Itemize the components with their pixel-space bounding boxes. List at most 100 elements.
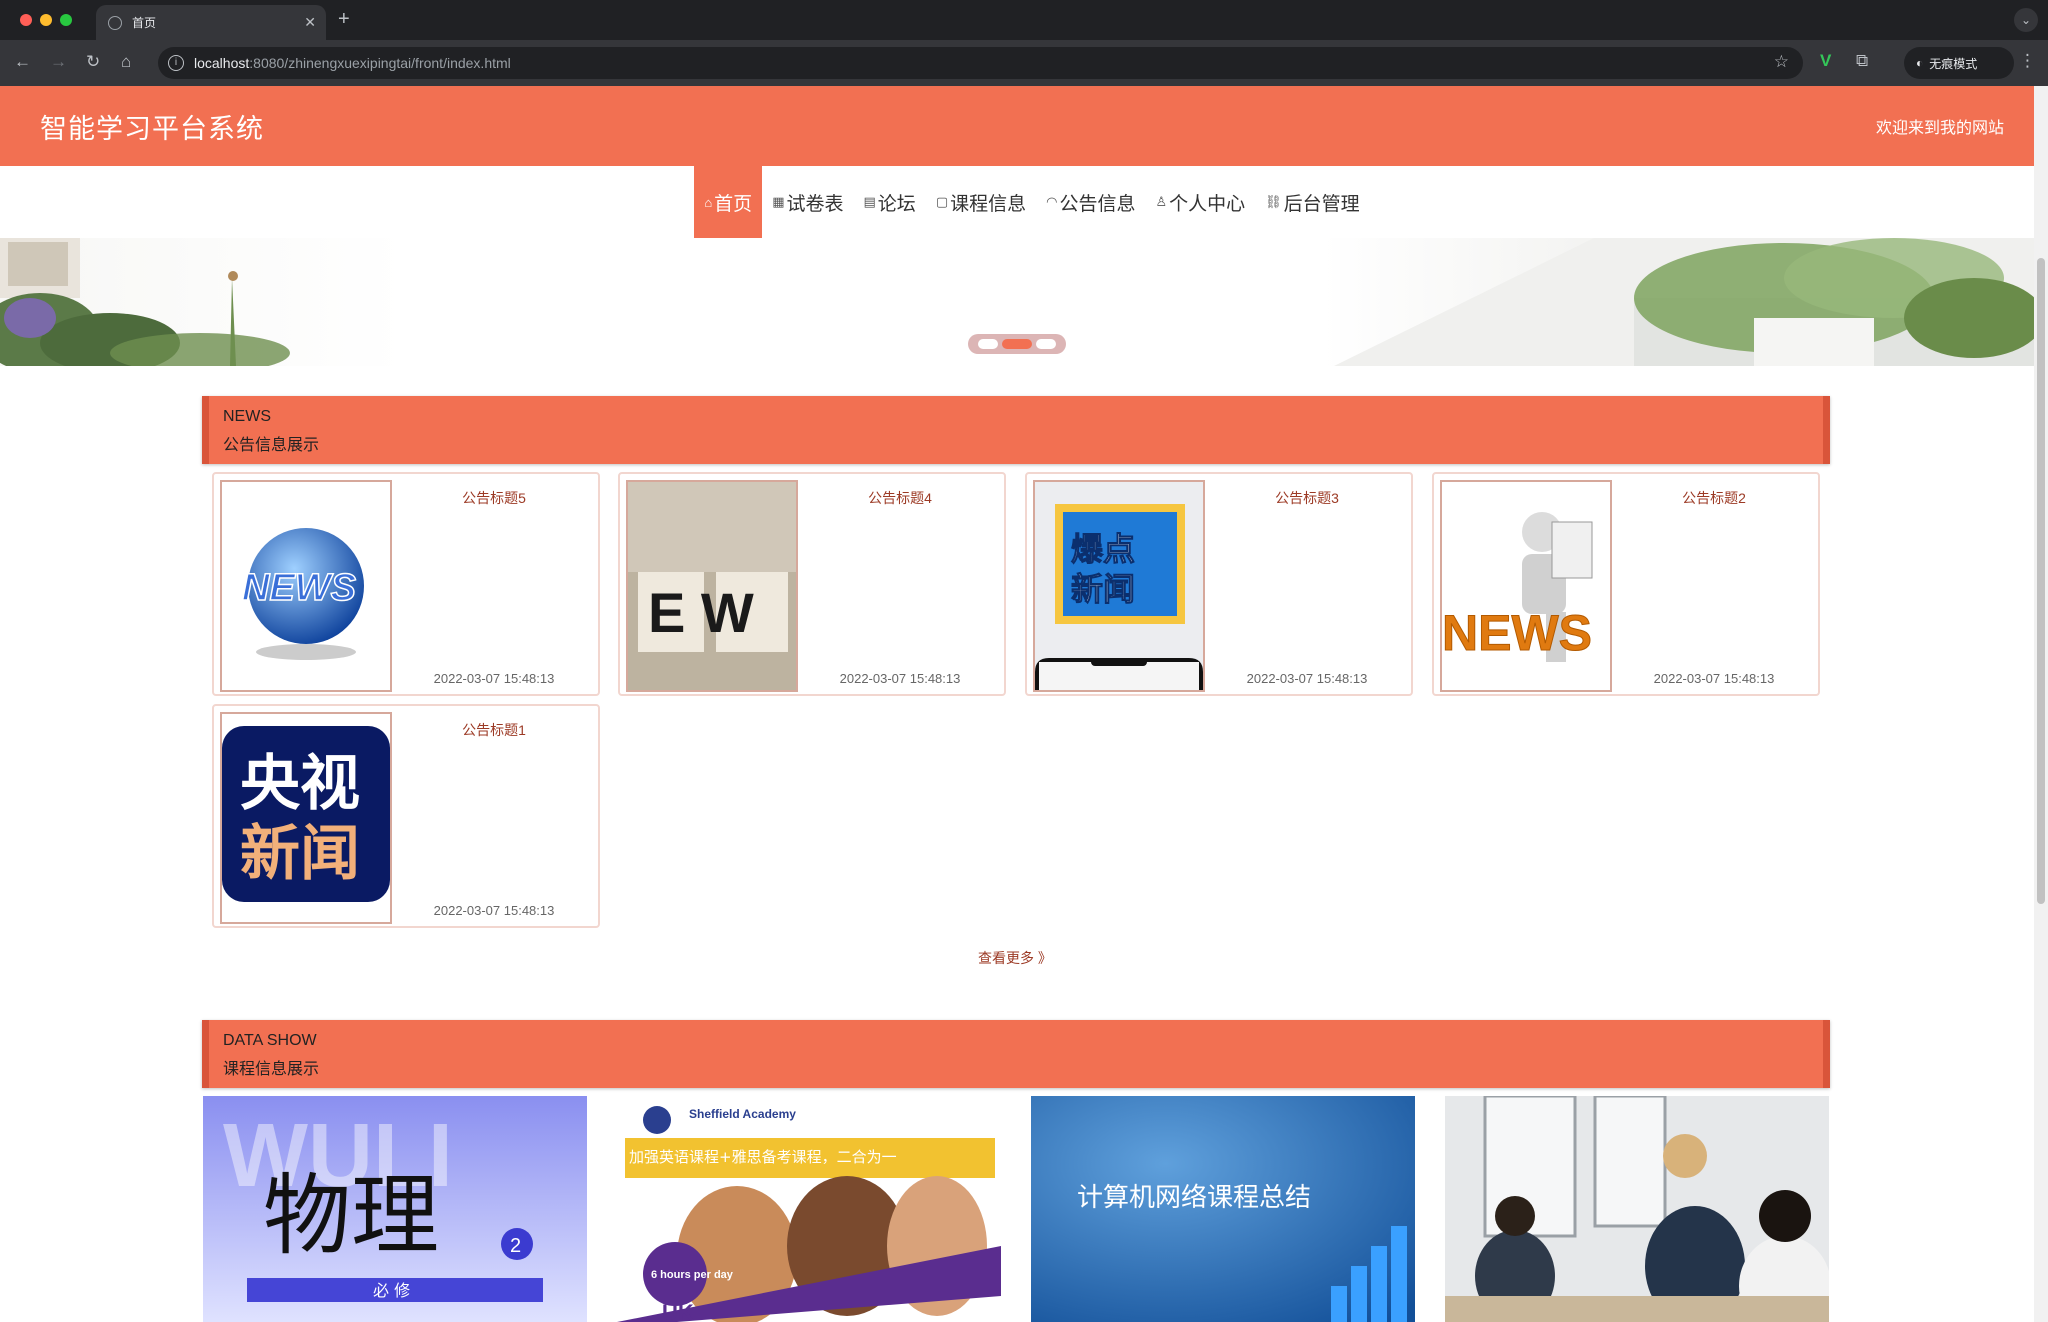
browser-tab[interactable]: 首页 ✕ xyxy=(96,5,326,40)
nav-item-1[interactable]: ▦ 试卷表 xyxy=(762,166,853,238)
news-thumbnail-news-reader: NEWS xyxy=(1440,480,1612,692)
nav-item-4[interactable]: ◠ 公告信息 xyxy=(1036,166,1145,238)
reload-icon[interactable]: ↻ xyxy=(86,52,100,72)
close-window-button[interactable] xyxy=(20,14,32,26)
classroom-photo-thumb xyxy=(1445,1096,1829,1322)
view-more-link[interactable]: 查看更多 》 xyxy=(978,948,1052,968)
browser-tab-strip: 首页 ✕ + ⌄ xyxy=(0,0,2048,40)
nav-item-2[interactable]: ▤ 论坛 xyxy=(854,166,926,238)
thumb-text: NEWS xyxy=(1442,605,1592,661)
news-time: 2022-03-07 15:48:13 xyxy=(839,671,961,686)
physics-volume-badge: 2 xyxy=(510,1235,521,1257)
nav-item-3[interactable]: ▢ 课程信息 xyxy=(926,166,1036,238)
menu-icon[interactable]: ⋮ xyxy=(2019,51,2036,71)
physics-subtitle: 必 修 xyxy=(373,1281,410,1300)
back-icon[interactable]: ← xyxy=(14,52,31,72)
carousel-dot-3[interactable] xyxy=(1036,339,1056,349)
news-thumbnail-news-blocks: E W xyxy=(626,480,798,692)
english-banner-text: 加强英语课程+雅思备考课程，二合为一 xyxy=(629,1148,897,1166)
course-card-classroom[interactable] xyxy=(1445,1096,1829,1322)
nav-item-label: 首页 xyxy=(714,193,753,215)
news-title[interactable]: 公告标题4 xyxy=(820,488,980,508)
maximize-window-button[interactable] xyxy=(60,14,72,26)
news-card[interactable]: E W 公告标题4 2022-03-07 15:48:13 xyxy=(618,472,1006,696)
site-header: 智能学习平台系统 欢迎来到我的网站 xyxy=(0,86,2034,166)
carousel-indicators xyxy=(968,334,1066,354)
course-card-physics[interactable]: WULI 物理 2 必 修 xyxy=(203,1096,587,1322)
news-title[interactable]: 公告标题5 xyxy=(414,488,574,508)
carousel-dot-2[interactable] xyxy=(1002,339,1032,349)
welcome-text: 欢迎来到我的网站 xyxy=(1875,120,2004,137)
speaker-icon: ◠ xyxy=(1046,194,1058,209)
news-thumbnail-hot-news-phone: 爆点 新闻 xyxy=(1033,480,1205,692)
close-tab-icon[interactable]: ✕ xyxy=(304,14,316,31)
address-bar[interactable]: i localhost:8080/zhinengxuexipingtai/fro… xyxy=(158,47,1803,79)
site-info-icon[interactable]: i xyxy=(168,55,184,71)
news-time: 2022-03-07 15:48:13 xyxy=(1246,671,1368,686)
course-section-zh: 课程信息展示 xyxy=(223,1061,320,1078)
course-section-header: DATA SHOW 课程信息展示 xyxy=(202,1020,1830,1088)
course-card-english[interactable]: Sheffield Academy 加强英语课程+雅思备考课程，二合为一 6 h… xyxy=(617,1096,1001,1322)
nav-item-label: 公告信息 xyxy=(1059,193,1136,215)
grid-icon: ▦ xyxy=(772,194,785,209)
nav-item-label: 试卷表 xyxy=(786,193,844,215)
main-nav: ⌂ 首页 ▦ 试卷表 ▤ 论坛 ▢ 课程信息 ◠ 公告信息 ♙ 个人中心 ⛓ 后台管理 xyxy=(0,166,2034,238)
new-tab-button[interactable]: + xyxy=(338,8,350,31)
news-title[interactable]: 公告标题2 xyxy=(1634,488,1794,508)
home-icon[interactable]: ⌂ xyxy=(121,52,131,72)
news-time: 2022-03-07 15:48:13 xyxy=(433,903,555,918)
site-title: 智能学习平台系统 xyxy=(40,113,264,144)
course-card-network[interactable]: 计算机网络课程总结 xyxy=(1031,1096,1415,1322)
nav-item-5[interactable]: ♙ 个人中心 xyxy=(1145,166,1255,238)
incognito-icon: ◐ xyxy=(1916,56,1924,70)
carousel-dot-1[interactable] xyxy=(978,339,998,349)
svg-text:爆点: 爆点 xyxy=(1071,530,1135,568)
hours-badge: 6 hours per day xyxy=(651,1269,734,1281)
news-card[interactable]: NEWS 公告标题5 2022-03-07 15:48:13 xyxy=(212,472,600,696)
svg-text:央视: 央视 xyxy=(240,749,360,819)
incognito-label: 无痕模式 xyxy=(1929,56,1978,71)
thumb-text: E W xyxy=(648,581,754,644)
extensions-icon[interactable]: ⧉ xyxy=(1856,51,1868,71)
banner-plant-left xyxy=(0,238,290,366)
network-course-title: 计算机网络课程总结 xyxy=(1077,1183,1311,1213)
page-scrollbar[interactable] xyxy=(2034,86,2048,1322)
news-time: 2022-03-07 15:48:13 xyxy=(1653,671,1775,686)
tab-search-button[interactable]: ⌄ xyxy=(2014,8,2038,32)
news-card[interactable]: 爆点 新闻 公告标题3 2022-03-07 15:48:13 xyxy=(1025,472,1413,696)
news-title[interactable]: 公告标题1 xyxy=(414,720,574,740)
news-section-en: NEWS xyxy=(223,408,271,425)
physics-book-thumb: WULI 物理 2 必 修 xyxy=(203,1096,587,1322)
scrollbar-thumb[interactable] xyxy=(2037,258,2045,904)
news-card[interactable]: NEWS 公告标题2 2022-03-07 15:48:13 xyxy=(1432,472,1820,696)
news-thumbnail-cctv-news: 央视 新闻 xyxy=(220,712,392,924)
news-title[interactable]: 公告标题3 xyxy=(1227,488,1387,508)
nav-item-label: 课程信息 xyxy=(950,193,1027,215)
nav-item-6[interactable]: ⛓ 后台管理 xyxy=(1255,166,1370,238)
news-card[interactable]: 央视 新闻 公告标题1 2022-03-07 15:48:13 xyxy=(212,704,600,928)
banner-plant-right xyxy=(1334,238,2034,366)
incognito-badge[interactable]: ◐ 无痕模式 xyxy=(1904,47,2014,79)
web-page: 智能学习平台系统 欢迎来到我的网站 ⌂ 首页 ▦ 试卷表 ▤ 论坛 ▢ 课程信息 ◠ 公告信息 ♙ 个… xyxy=(0,86,2034,1322)
news-thumbnail-news-globe: NEWS xyxy=(220,480,392,692)
uk-label: UK xyxy=(662,1300,694,1322)
link-icon: ⛓ xyxy=(1265,194,1282,209)
news-section-zh: 公告信息展示 xyxy=(223,437,320,454)
course-section-en: DATA SHOW xyxy=(223,1032,317,1049)
forward-icon[interactable]: → xyxy=(50,52,67,72)
minimize-window-button[interactable] xyxy=(40,14,52,26)
news-time: 2022-03-07 15:48:13 xyxy=(433,671,555,686)
book-icon: ▢ xyxy=(935,194,949,209)
bookmark-star-icon[interactable]: ☆ xyxy=(1774,52,1789,72)
news-section-header: NEWS 公告信息展示 xyxy=(202,396,1830,464)
vue-devtools-icon[interactable]: V xyxy=(1820,51,1831,71)
thumb-text: NEWS xyxy=(242,567,356,609)
svg-text:新闻: 新闻 xyxy=(240,819,360,889)
user-icon: ♙ xyxy=(1155,194,1168,209)
academy-logo-text: Sheffield Academy xyxy=(689,1107,796,1121)
url-text: localhost:8080/zhinengxuexipingtai/front… xyxy=(194,55,511,71)
forum-icon: ▤ xyxy=(863,194,876,209)
nav-item-0[interactable]: ⌂ 首页 xyxy=(694,166,763,238)
nav-item-label: 后台管理 xyxy=(1283,193,1360,215)
svg-text:新闻: 新闻 xyxy=(1071,570,1135,608)
